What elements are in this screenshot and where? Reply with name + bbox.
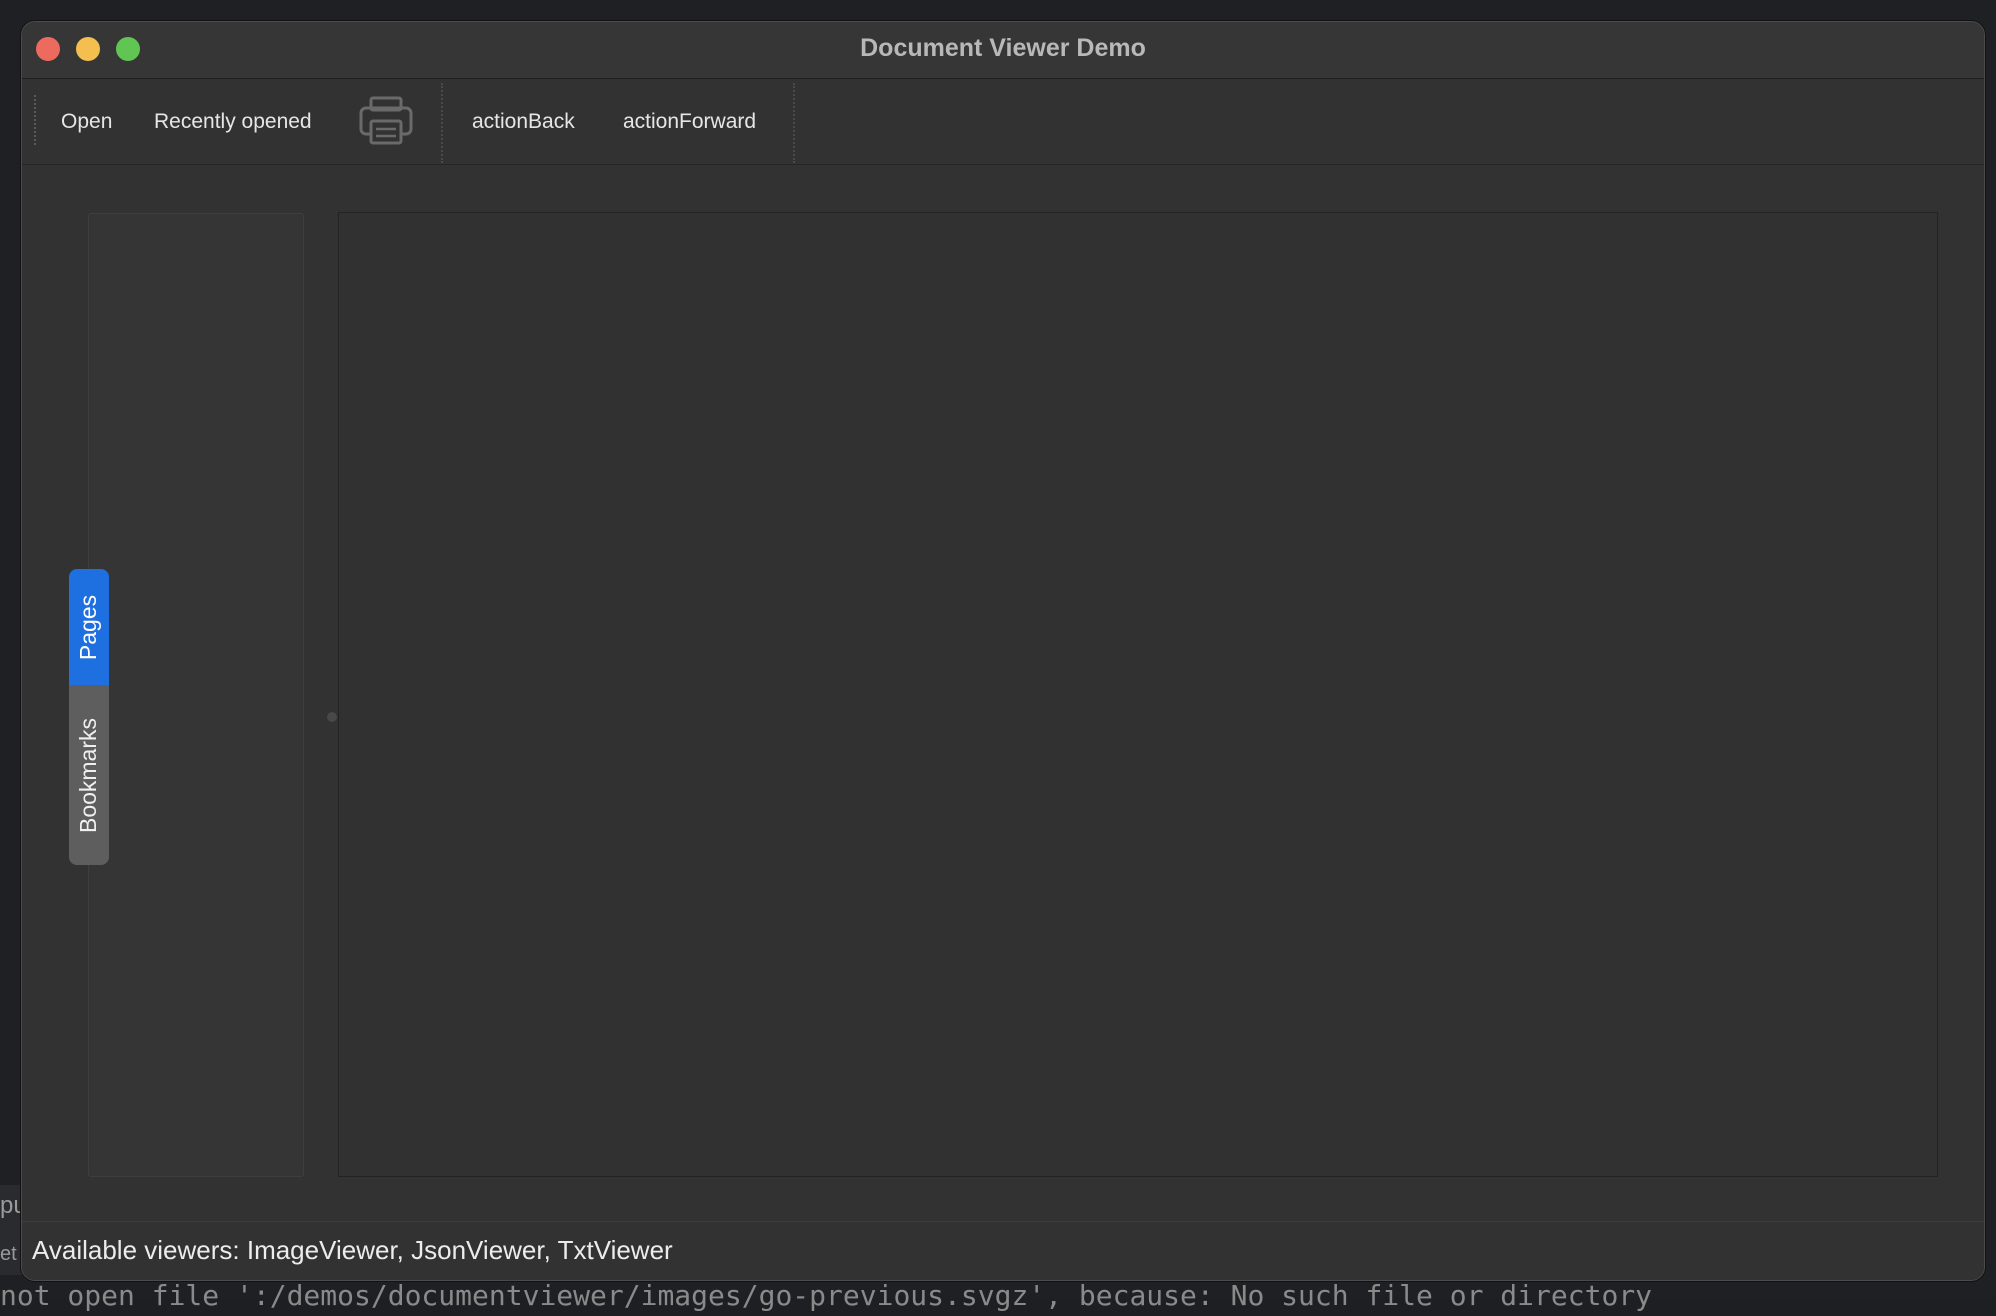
main-window: Document Viewer Demo Open Recently opene… [21,21,1985,1281]
forward-button[interactable]: actionForward [617,79,762,164]
pages-panel[interactable] [88,213,304,1177]
status-bar: Available viewers: ImageViewer, JsonView… [22,1221,1984,1280]
open-button[interactable]: Open [55,79,118,164]
tab-pages[interactable]: Pages [69,569,109,685]
splitter-handle[interactable] [327,712,337,722]
back-button[interactable]: actionBack [466,79,581,164]
window-title: Document Viewer Demo [860,34,1146,62]
toolbar-separator [441,83,443,163]
background-text-fragment: pu [0,1192,20,1219]
central-area: Pages Bookmarks [22,165,1984,1220]
status-message: Available viewers: ImageViewer, JsonView… [32,1235,673,1265]
print-button[interactable] [358,95,414,147]
tab-bookmarks[interactable]: Bookmarks [69,685,109,865]
toolbar-separator [793,83,795,163]
tab-pages-label: Pages [75,594,102,660]
document-viewer-area[interactable] [338,212,1938,1177]
printer-icon [359,96,413,145]
background-text-fragment: et [0,1243,17,1265]
toolbar-drag-handle[interactable] [34,95,36,145]
title-bar[interactable]: Document Viewer Demo [22,22,1984,79]
tab-bookmarks-label: Bookmarks [75,717,102,833]
background-terminal-line: not open file ':/demos/documentviewer/im… [0,1279,1653,1312]
main-toolbar: Open Recently opened actionBack actionFo… [22,79,1984,165]
recently-opened-button[interactable]: Recently opened [148,79,318,164]
